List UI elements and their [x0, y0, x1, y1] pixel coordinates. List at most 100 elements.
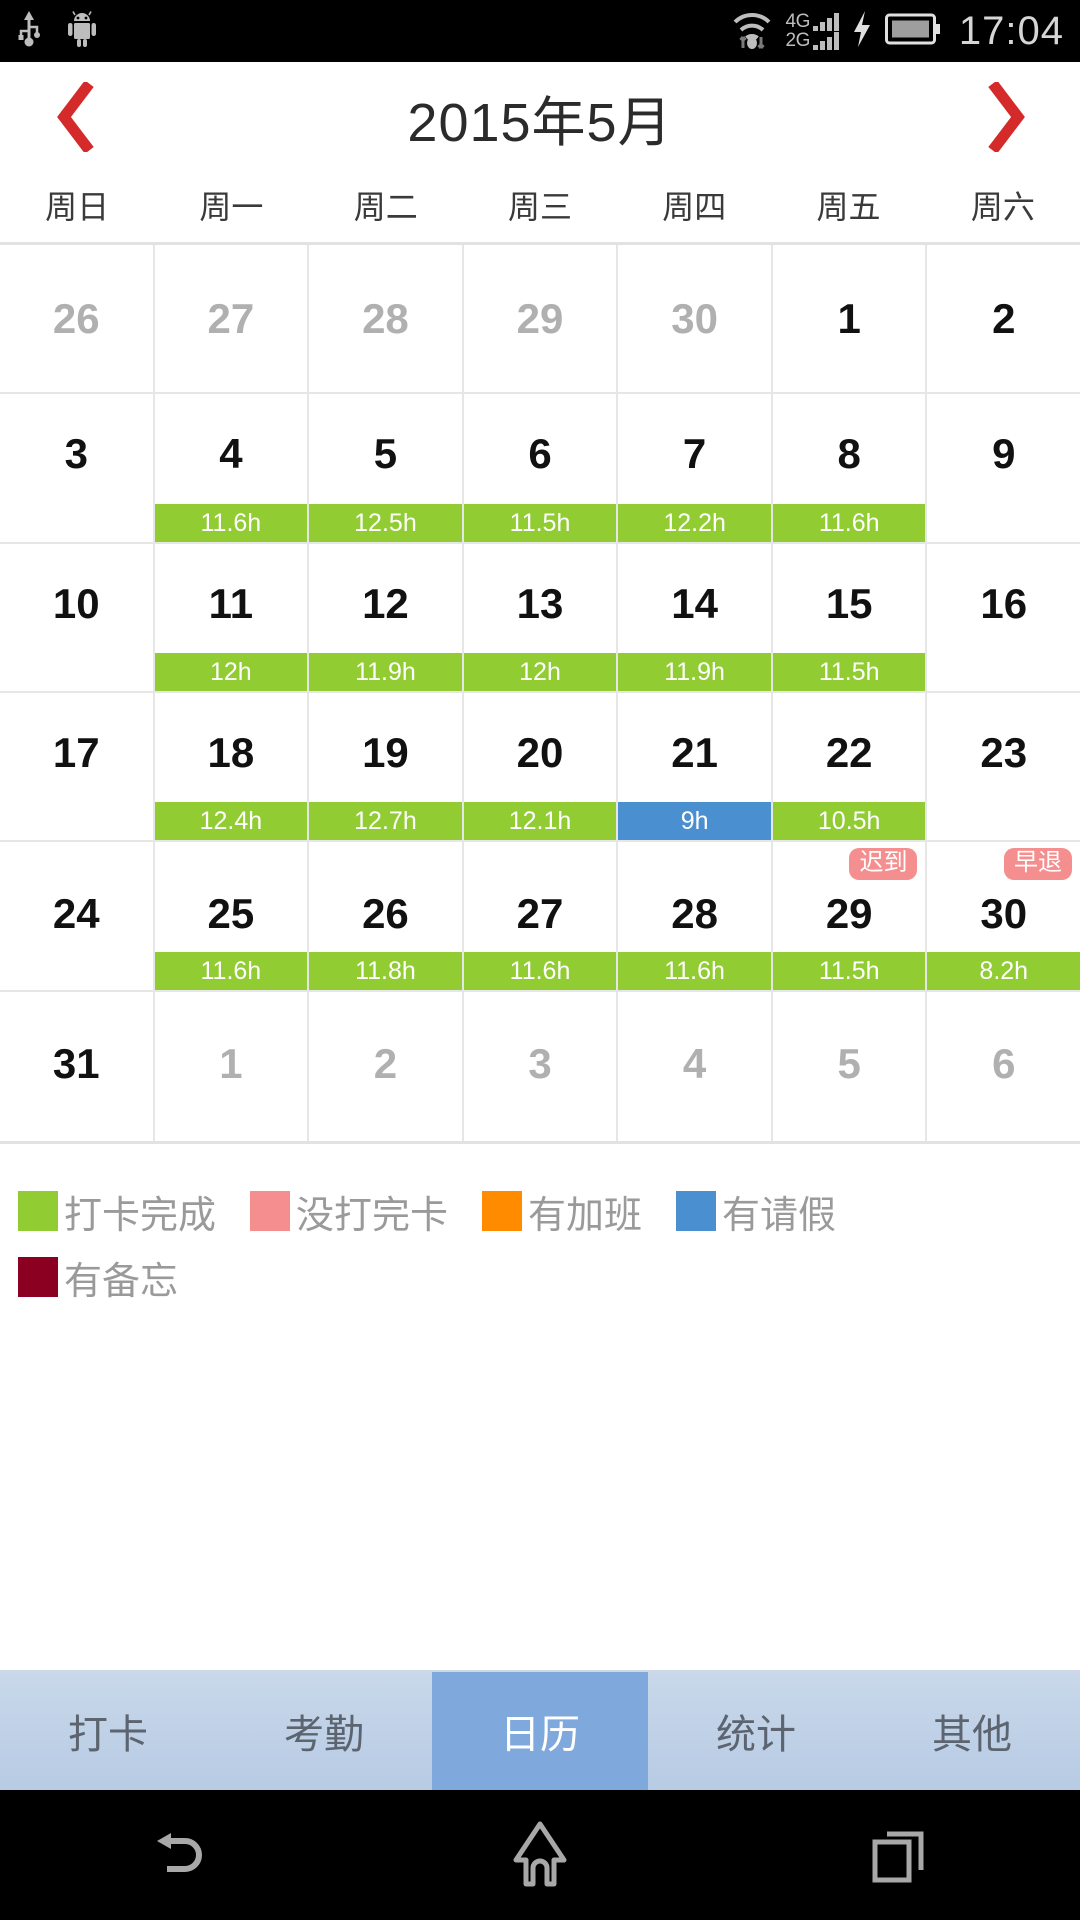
work-hours-bar: 12.5h: [309, 503, 462, 542]
charging-bolt-icon: [851, 9, 873, 54]
legend-color-swatch: [676, 1191, 717, 1231]
day-cell[interactable]: 2: [309, 991, 464, 1141]
day-cell[interactable]: 28 11.6h: [618, 842, 773, 992]
signal-bars-2g: [812, 32, 839, 50]
day-cell[interactable]: 12 11.9h: [309, 543, 464, 693]
day-cell[interactable]: 24: [0, 842, 155, 992]
day-cell[interactable]: 21 9h: [618, 692, 773, 843]
work-hours-bar: 11.8h: [309, 951, 462, 990]
day-cell[interactable]: 27: [154, 245, 310, 395]
weekday-header-0: 周日: [45, 189, 110, 225]
day-cell[interactable]: 4 11.6h: [154, 394, 310, 544]
tab-3[interactable]: 统计: [648, 1672, 864, 1790]
day-cell[interactable]: 1: [772, 245, 928, 395]
day-cell[interactable]: 17: [0, 692, 155, 843]
work-hours-bar: 12.7h: [309, 802, 462, 841]
work-hours-bar: 10.5h: [772, 802, 926, 841]
legend-item: 有备忘: [18, 1244, 178, 1310]
nav-back-button[interactable]: [120, 1805, 240, 1905]
day-number: 19: [362, 728, 409, 776]
day-cell[interactable]: 16: [927, 543, 1080, 693]
day-number: 7: [682, 430, 707, 478]
day-number: 11: [208, 579, 254, 627]
work-hours-bar: 11.5h: [772, 652, 926, 691]
day-cell[interactable]: 26: [0, 245, 155, 395]
nav-home-button[interactable]: [480, 1805, 600, 1905]
day-cell[interactable]: 28: [309, 245, 464, 395]
legend-label: 没打完卡: [296, 1194, 449, 1237]
day-number: 4: [219, 430, 243, 478]
day-cell[interactable]: 3: [0, 394, 155, 544]
day-cell[interactable]: 1: [154, 991, 310, 1141]
day-number: 28: [671, 890, 718, 938]
day-number: 17: [52, 728, 100, 776]
day-cell[interactable]: 18 12.4h: [154, 692, 310, 843]
day-cell[interactable]: 23: [927, 692, 1080, 843]
day-cell[interactable]: 25 11.6h: [154, 842, 310, 992]
day-number: 1: [219, 1039, 243, 1087]
calendar-week-row: 10 11 12h 12 11.9h 13 12h 14 11.9h 15 11.5h 16: [0, 543, 1080, 693]
app-root: 4G 2G 17:04 2015年5月 周日 周一 周二 周三 周四 周五 周六…: [0, 0, 1080, 1920]
day-cell[interactable]: 10: [0, 543, 155, 693]
day-cell[interactable]: 8 11.6h: [772, 394, 928, 544]
tab-4[interactable]: 其他: [864, 1672, 1080, 1790]
work-hours-bar: 11.6h: [463, 951, 617, 990]
status-badge: 早退: [1004, 848, 1073, 881]
day-cell[interactable]: 6 11.5h: [463, 394, 619, 544]
weekday-header-5: 周五: [816, 189, 881, 225]
day-cell[interactable]: 20 12.1h: [463, 692, 619, 843]
day-cell[interactable]: 9: [927, 394, 1080, 544]
status-bar-clock: 17:04: [958, 8, 1064, 53]
day-cell[interactable]: 4: [618, 991, 773, 1141]
day-cell[interactable]: 7 12.2h: [618, 394, 773, 544]
day-number: 25: [207, 890, 255, 938]
day-number: 27: [516, 890, 564, 938]
day-number: 23: [980, 728, 1028, 776]
work-hours-bar: 12.1h: [463, 802, 617, 841]
tab-0[interactable]: 打卡: [0, 1672, 216, 1790]
day-cell[interactable]: 27 11.6h: [463, 842, 619, 992]
calendar-week-row: 17 18 12.4h 19 12.7h 20 12.1h 21 9h 22 10.5h 23: [0, 692, 1080, 843]
day-cell[interactable]: 5 12.5h: [309, 394, 464, 544]
work-hours-bar: 11.6h: [772, 503, 926, 542]
legend-color-swatch: [250, 1191, 291, 1231]
legend-item: 有请假: [676, 1178, 836, 1244]
calendar-week-row: 3 4 11.6h 5 12.5h 6 11.5h 7 12.2h 8 11.6h 9: [0, 394, 1080, 544]
tab-2[interactable]: 日历: [432, 1672, 648, 1790]
day-number: 6: [992, 1039, 1016, 1087]
day-cell[interactable]: 14 11.9h: [618, 543, 773, 693]
day-cell[interactable]: 22 10.5h: [772, 692, 928, 843]
day-cell[interactable]: 15 11.5h: [772, 543, 928, 693]
page-title: 2015年5月: [407, 92, 673, 153]
day-cell[interactable]: 31: [0, 991, 155, 1141]
network-type-2g: 2G: [785, 30, 811, 51]
day-cell[interactable]: 29 迟到 11.5h: [772, 842, 928, 992]
day-cell[interactable]: 3: [463, 991, 619, 1141]
day-number: 2: [373, 1039, 398, 1087]
work-hours-bar: 8.2h: [927, 951, 1080, 990]
day-cell[interactable]: 26 11.8h: [309, 842, 464, 992]
day-cell[interactable]: 30 早退 8.2h: [927, 842, 1080, 992]
next-month-button[interactable]: [976, 79, 1036, 155]
prev-month-button[interactable]: [44, 79, 104, 155]
day-cell[interactable]: 29: [463, 245, 619, 395]
day-number: 8: [837, 430, 861, 478]
nav-recents-button[interactable]: [840, 1805, 960, 1905]
legend-label: 有备忘: [64, 1260, 179, 1303]
day-number: 5: [837, 1039, 861, 1087]
day-number: 1: [837, 295, 861, 342]
day-cell[interactable]: 11 12h: [154, 543, 310, 693]
day-number: 21: [671, 728, 718, 776]
day-cell[interactable]: 2: [927, 245, 1080, 395]
back-icon: [157, 1833, 202, 1872]
day-cell[interactable]: 6: [927, 991, 1080, 1141]
day-number: 22: [825, 728, 873, 776]
weekday-header-6: 周六: [970, 189, 1035, 225]
tab-1[interactable]: 考勤: [216, 1672, 432, 1790]
day-cell[interactable]: 30: [618, 245, 773, 395]
day-cell[interactable]: 5: [772, 991, 928, 1141]
day-number: 20: [516, 728, 564, 776]
calendar-header: 2015年5月: [0, 62, 1080, 172]
day-cell[interactable]: 13 12h: [463, 543, 619, 693]
day-cell[interactable]: 19 12.7h: [309, 692, 464, 843]
